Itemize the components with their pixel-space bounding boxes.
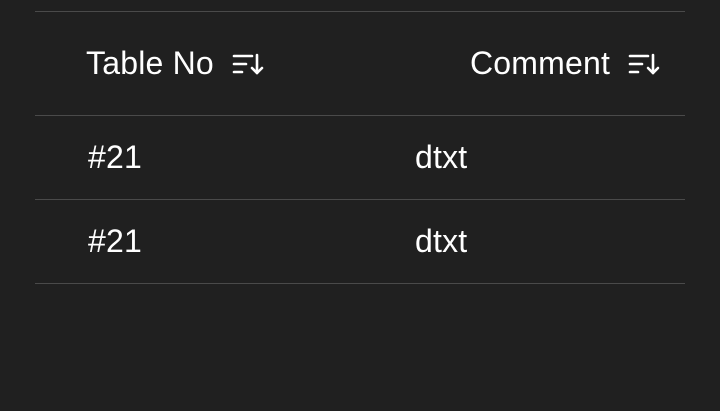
- sort-descending-icon[interactable]: [232, 50, 266, 78]
- column-header-comment[interactable]: Comment: [470, 12, 662, 115]
- table-row[interactable]: #21 dtxt: [35, 200, 685, 283]
- cell-table-no: #21: [88, 139, 142, 175]
- data-table: Table No Comment #21 dtxt #21 dtxt: [35, 11, 685, 284]
- table-header: Table No Comment: [35, 12, 685, 115]
- cell-comment: dtxt: [415, 223, 468, 259]
- cell-comment: dtxt: [415, 139, 468, 175]
- column-header-label: Comment: [470, 45, 611, 81]
- sort-descending-icon[interactable]: [628, 50, 662, 78]
- cell-table-no: #21: [88, 223, 142, 259]
- column-header-table-no[interactable]: Table No: [86, 12, 266, 115]
- table-row[interactable]: #21 dtxt: [35, 116, 685, 199]
- column-header-label: Table No: [86, 45, 214, 81]
- table-bottom-divider: [35, 283, 685, 284]
